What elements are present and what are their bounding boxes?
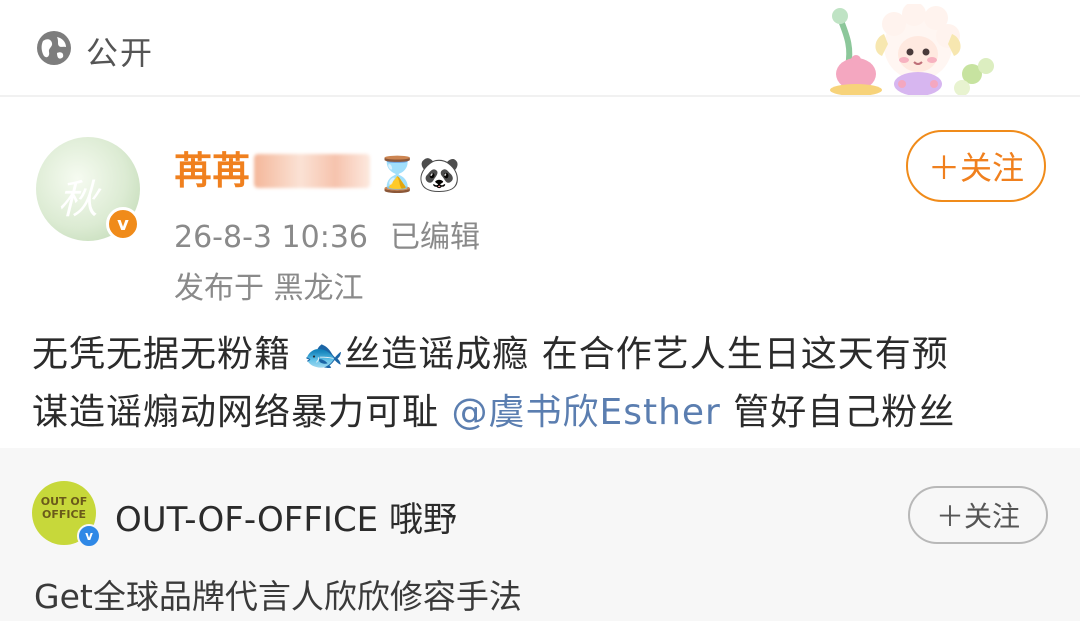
obscured-name-block [254, 154, 371, 188]
edited-label[interactable]: 已编辑 [390, 220, 480, 255]
card-account-name[interactable]: OUT-OF-OFFICE 哦野 [115, 492, 457, 541]
post-text: 无凭无据无粉籍 🐟丝造谣成瘾 在合作艺人生日这天有预 谋造谣煽动网络暴力可耻 @… [32, 326, 1062, 442]
post-text-line1-a: 无凭无据无粉籍 [32, 334, 304, 375]
post-timestamp: 26-8-3 10:36 [174, 220, 368, 255]
card-description: Get全球品牌代言人欣欣修容手法 [34, 577, 522, 616]
post-text-line2-a: 谋造谣煽动网络暴力可耻 [32, 392, 452, 433]
post-meta: 26-8-3 10:36 已编辑 [174, 212, 480, 256]
divider [0, 95, 1080, 97]
verified-badge-icon: v [106, 207, 140, 241]
author-name-visible: 苒苒 [174, 149, 251, 193]
visibility-bar: 公开 [0, 0, 1080, 96]
avatar-glyph: 秋 [58, 177, 98, 223]
card-avatar-text: OUT OF OFFICE [40, 495, 88, 521]
author-emojis: ⌛🐼 [376, 155, 461, 195]
fish-icon: 🐟 [303, 336, 345, 374]
card-follow-button[interactable]: ＋关注 [908, 486, 1048, 544]
follow-button[interactable]: ＋关注 [906, 130, 1046, 202]
author-name[interactable]: 苒苒 ⌛🐼 [174, 140, 461, 195]
globe-icon [37, 31, 71, 65]
post-text-line2-b: 管好自己粉丝 [720, 392, 956, 433]
blue-verified-badge-icon: v [77, 524, 101, 548]
post-location: 发布于 黑龙江 [174, 271, 364, 306]
sheep-sticker [830, 4, 994, 96]
mention-link[interactable]: @虞书欣Esther [451, 392, 720, 433]
visibility-label[interactable]: 公开 [86, 28, 154, 74]
post-text-line1-b: 丝造谣成瘾 在合作艺人生日这天有预 [344, 334, 949, 375]
